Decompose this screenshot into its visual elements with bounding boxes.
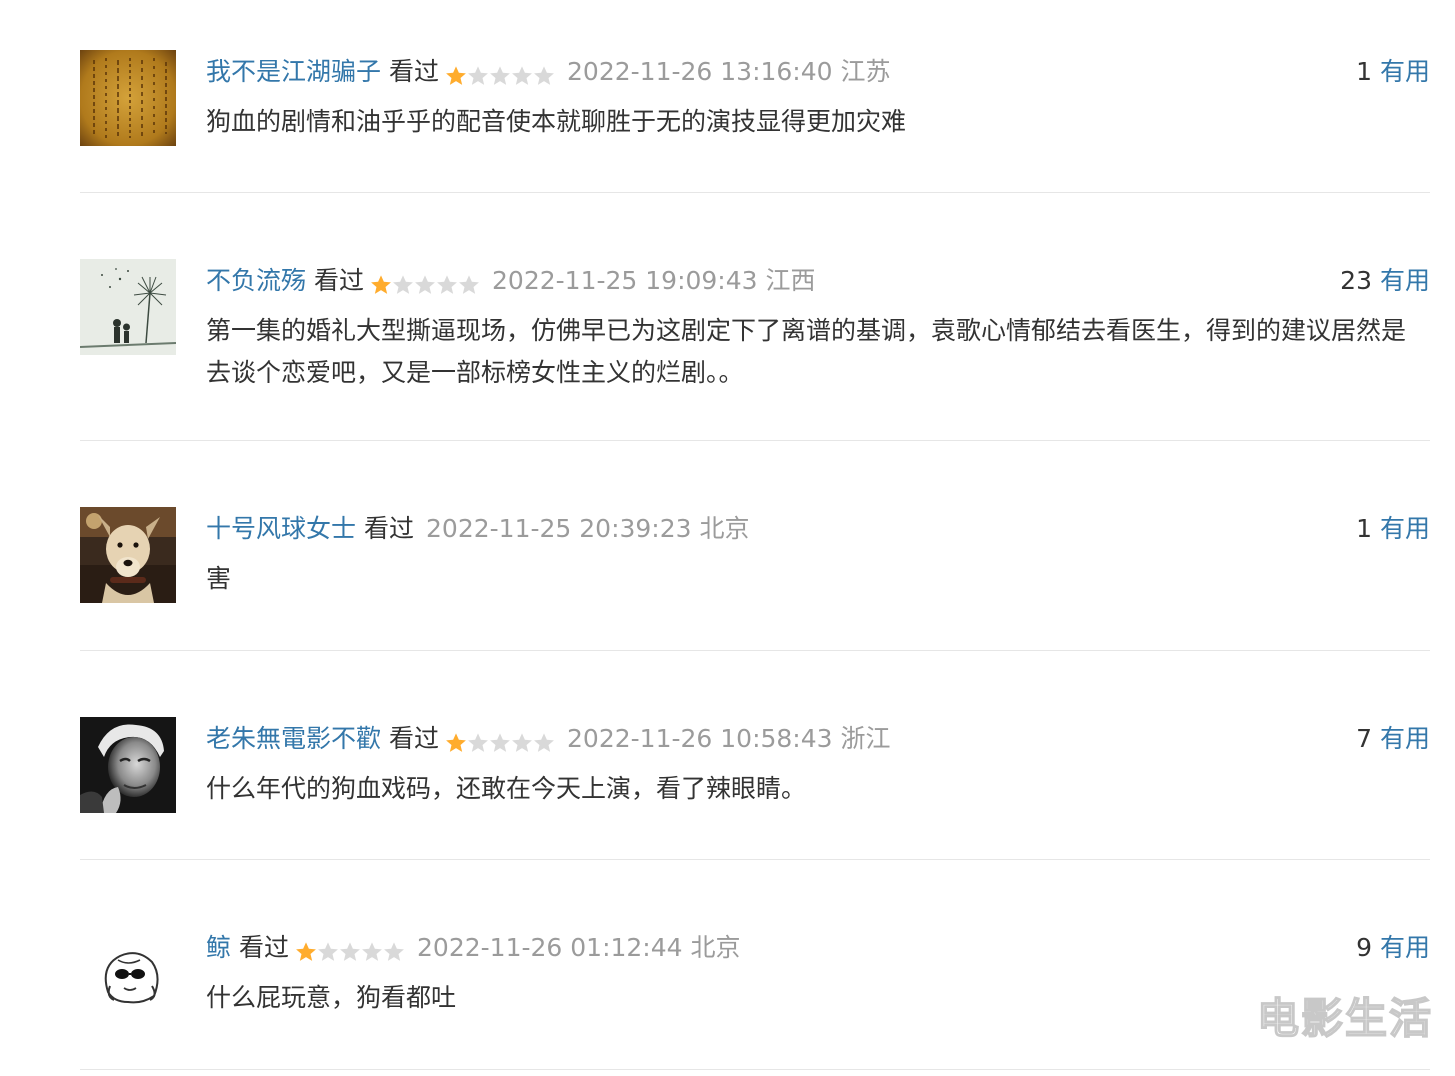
vote-area: 1 有用 [1356, 55, 1430, 89]
comment-item: 我不是江湖骗子 看过 2022-11-26 13:16:40 江苏 1 有用 狗血的剧情… [80, 50, 1430, 193]
dandelion-avatar-icon[interactable] [80, 259, 176, 355]
comment-time: 2022-11-26 10:58:43 [567, 724, 833, 753]
rating-stars [445, 725, 555, 759]
comment-location: 江苏 [840, 57, 891, 86]
comment-item: 不负流殇 看过 2022-11-25 19:09:43 江西 23 有用 第一集的婚礼大… [80, 259, 1430, 441]
portrait-avatar-icon[interactable] [80, 717, 176, 813]
rating-stars [370, 267, 480, 301]
star-icon [459, 275, 479, 294]
useful-button[interactable]: 有用 [1380, 57, 1430, 86]
star-icon [468, 733, 488, 752]
watch-status: 看过 [239, 933, 290, 962]
star-icon [296, 942, 316, 961]
vote-area: 23 有用 [1340, 264, 1430, 298]
calligraphy-avatar-icon[interactable] [80, 50, 176, 146]
comment-location: 北京 [699, 514, 750, 543]
star-icon [318, 942, 338, 961]
star-icon [384, 942, 404, 961]
comment-text: 害 [206, 564, 232, 593]
comment-location: 北京 [690, 933, 741, 962]
useful-button[interactable]: 有用 [1380, 266, 1430, 295]
comment-item: 鲸看过 2022-11-26 01:12:44 北京 9 有用 什么屁玩意，狗看都吐 [80, 926, 1430, 1070]
comment-item: 十号风球女士 看过 2022-11-25 20:39:23 北京 1 有用 害 [80, 507, 1430, 651]
comment-time: 2022-11-26 01:12:44 [417, 933, 683, 962]
comment-header: 十号风球女士 看过 2022-11-25 20:39:23 北京 1 有用 [206, 512, 1430, 546]
useful-button[interactable]: 有用 [1380, 933, 1430, 962]
vote-count: 1 [1356, 514, 1372, 543]
comment-time: 2022-11-25 20:39:23 [426, 514, 692, 543]
star-icon [415, 275, 435, 294]
author-link[interactable]: 老朱無電影不歡 [206, 724, 381, 753]
useful-button[interactable]: 有用 [1380, 724, 1430, 753]
useful-button[interactable]: 有用 [1380, 514, 1430, 543]
vote-count: 9 [1356, 933, 1372, 962]
vote-area: 1 有用 [1356, 512, 1430, 546]
star-icon [512, 66, 532, 85]
watch-status: 看过 [389, 57, 440, 86]
star-icon [437, 275, 457, 294]
star-icon [371, 275, 391, 294]
star-icon [446, 733, 466, 752]
author-link[interactable]: 我不是江湖骗子 [206, 57, 381, 86]
comment-text: 什么年代的狗血戏码，还敢在今天上演，看了辣眼睛。 [206, 774, 807, 803]
vote-area: 9 有用 [1356, 931, 1430, 965]
vote-count: 23 [1340, 266, 1372, 295]
star-icon [468, 66, 488, 85]
star-icon [340, 942, 360, 961]
watch-status: 看过 [314, 266, 365, 295]
watch-status: 看过 [389, 724, 440, 753]
comment-header: 不负流殇 看过 2022-11-25 19:09:43 江西 23 有用 [206, 264, 1430, 298]
star-icon [490, 66, 510, 85]
star-icon [362, 942, 382, 961]
comment-text: 什么屁玩意，狗看都吐 [206, 983, 457, 1012]
comment-text: 第一集的婚礼大型撕逼现场，仿佛早已为这剧定下了离谱的基调，袁歌心情郁结去看医生，… [206, 316, 1407, 387]
comment-text: 狗血的剧情和油乎乎的配音使本就聊胜于无的演技显得更加灾难 [206, 107, 907, 136]
author-link[interactable]: 十号风球女士 [206, 514, 356, 543]
author-link[interactable]: 鲸 [206, 933, 231, 962]
star-icon [534, 733, 554, 752]
cartoon-avatar-icon[interactable] [80, 926, 176, 1022]
comment-header: 我不是江湖骗子 看过 2022-11-26 13:16:40 江苏 1 有用 [206, 55, 1430, 89]
comment-location: 江西 [765, 266, 816, 295]
star-icon [490, 733, 510, 752]
rating-stars [295, 934, 405, 968]
rating-stars [445, 58, 555, 92]
comment-location: 浙江 [840, 724, 891, 753]
star-icon [446, 66, 466, 85]
vote-count: 1 [1356, 57, 1372, 86]
comment-item: 老朱無電影不歡 看过 2022-11-26 10:58:43 浙江 7 有用 什么年代的… [80, 717, 1430, 860]
vote-area: 7 有用 [1356, 722, 1430, 756]
comment-header: 老朱無電影不歡 看过 2022-11-26 10:58:43 浙江 7 有用 [206, 722, 1430, 756]
comment-time: 2022-11-25 19:09:43 [492, 266, 758, 295]
star-icon [534, 66, 554, 85]
vote-count: 7 [1356, 724, 1372, 753]
star-icon [512, 733, 532, 752]
star-icon [393, 275, 413, 294]
dog-avatar-icon[interactable] [80, 507, 176, 603]
comment-header: 鲸看过 2022-11-26 01:12:44 北京 9 有用 [206, 931, 1430, 965]
watch-status: 看过 [364, 514, 415, 543]
watermark-logo: 电影生活 [1256, 993, 1433, 1044]
comment-time: 2022-11-26 13:16:40 [567, 57, 833, 86]
author-link[interactable]: 不负流殇 [206, 266, 306, 295]
